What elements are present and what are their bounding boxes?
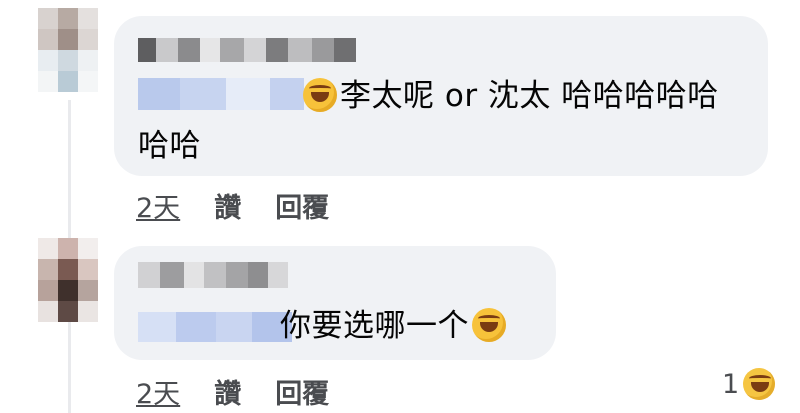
like-button[interactable]: 讚 (214, 372, 241, 411)
reply-button[interactable]: 回覆 (275, 186, 329, 225)
comment-actions: 2天 讚 回覆 (136, 186, 329, 225)
comment-text: 你要选哪一个 (280, 298, 509, 354)
like-button[interactable]: 讚 (214, 186, 241, 225)
laughing-emoji (743, 368, 776, 400)
timestamp-link[interactable]: 2天 (136, 372, 180, 411)
comment-bubble: 李太呢 or 沈太 哈哈哈哈哈 哈哈 (114, 16, 768, 176)
timestamp-link[interactable]: 2天 (136, 186, 180, 225)
reply-button[interactable]: 回覆 (275, 372, 329, 411)
comment-text: 李太呢 or 沈太 哈哈哈哈哈 (300, 68, 719, 124)
avatar[interactable] (38, 8, 98, 92)
reaction-summary[interactable]: 1 (722, 368, 778, 400)
avatar[interactable] (38, 238, 98, 322)
reaction-count: 1 (722, 368, 740, 400)
mention-redacted[interactable] (138, 78, 304, 110)
author-name-redacted[interactable] (138, 38, 356, 62)
author-name-redacted[interactable] (138, 262, 288, 288)
rolling-on-floor-laughing-emoji (303, 78, 337, 112)
comment-text-continued: 哈哈 (138, 128, 201, 164)
comment-actions: 2天 讚 回覆 (136, 372, 329, 411)
comment-bubble: 你要选哪一个 (114, 246, 556, 360)
mention-redacted[interactable] (138, 312, 292, 342)
rolling-on-floor-laughing-emoji (472, 308, 506, 342)
